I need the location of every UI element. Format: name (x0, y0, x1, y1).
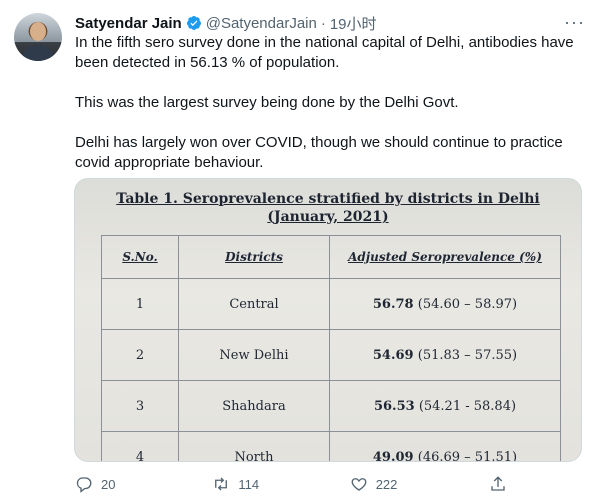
avatar-face (30, 22, 46, 41)
table-row: 1 Central 56.78 (54.60 – 58.97) (101, 278, 561, 330)
tweet-image[interactable]: Table 1. Seroprevalence stratified by di… (74, 178, 582, 462)
table-row: 4 North 49.09 (46.69 – 51.51) (101, 431, 561, 462)
row-sno: 2 (101, 329, 179, 381)
row-sno: 3 (101, 380, 179, 432)
tweet-paragraph: This was the largest survey being done b… (75, 94, 459, 111)
share-icon (491, 476, 505, 491)
author-handle[interactable]: @SatyendarJain (206, 15, 317, 32)
row-value: 56.78 (372, 296, 414, 312)
row-district: North (178, 431, 330, 461)
avatar[interactable] (14, 13, 62, 61)
table-subtitle: (January, 2021) (267, 209, 389, 225)
reply-count: 20 (101, 476, 116, 492)
share-button[interactable] (489, 475, 515, 493)
author-name[interactable]: Satyendar Jain (75, 15, 182, 32)
row-ci: (54.21 - 58.84) (418, 398, 517, 414)
table-header-row: S.No. Districts Adjusted Seroprevalence … (101, 235, 561, 279)
tweet-time[interactable]: 19小时 (330, 13, 377, 34)
row-ci: (54.60 – 58.97) (417, 296, 518, 312)
row-district: Shahdara (178, 380, 330, 432)
like-button[interactable]: 222 (350, 475, 489, 493)
row-value: 49.09 (372, 449, 414, 462)
row-value-cell: 56.78 (54.60 – 58.97) (329, 278, 561, 330)
row-value-cell: 56.53 (54.21 - 58.84) (329, 380, 561, 432)
header-districts: Districts (178, 235, 330, 279)
tweet-text: In the fifth sero survey done in the nat… (75, 33, 587, 193)
row-sno: 4 (101, 431, 179, 461)
like-count: 222 (375, 476, 398, 492)
seroprevalence-table: S.No. Districts Adjusted Seroprevalence … (101, 235, 561, 462)
row-value-cell: 49.09 (46.69 – 51.51) (329, 431, 561, 462)
verified-badge-icon (186, 16, 201, 30)
header-seroprevalence: Adjusted Seroprevalence (%) (329, 235, 561, 279)
row-sno: 1 (101, 278, 179, 330)
heart-icon (351, 478, 367, 491)
table-row: 2 New Delhi 54.69 (51.83 – 57.55) (101, 329, 561, 381)
avatar-shirt (23, 45, 53, 61)
row-ci: (51.83 – 57.55) (417, 347, 518, 363)
reply-button[interactable]: 20 (75, 475, 212, 493)
row-district: New Delhi (178, 329, 330, 381)
row-value: 56.53 (373, 398, 415, 414)
table-row: 3 Shahdara 56.53 (54.21 - 58.84) (101, 380, 561, 432)
tweet-paragraph: Delhi has largely won over COVID, though… (75, 134, 563, 171)
tweet-paragraph: In the fifth sero survey done in the nat… (75, 34, 574, 71)
tweet-actions: 20 114 222 (75, 472, 515, 496)
retweet-count: 114 (238, 476, 260, 492)
header-sno: S.No. (101, 235, 179, 279)
retweet-button[interactable]: 114 (212, 475, 349, 493)
reply-icon (76, 477, 92, 493)
row-district: Central (178, 278, 330, 330)
separator-dot: · (320, 14, 326, 32)
more-icon[interactable]: ··· (564, 12, 585, 33)
retweet-icon (215, 477, 228, 491)
tweet-header: Satyendar Jain @SatyendarJain · 19小时 ··· (75, 12, 585, 34)
table-title: Table 1. Seroprevalence stratified by di… (116, 191, 540, 207)
row-value-cell: 54.69 (51.83 – 57.55) (329, 329, 561, 381)
tweet: Satyendar Jain @SatyendarJain · 19小时 ···… (0, 0, 597, 503)
row-ci: (46.69 – 51.51) (417, 449, 518, 462)
row-value: 54.69 (372, 347, 414, 363)
